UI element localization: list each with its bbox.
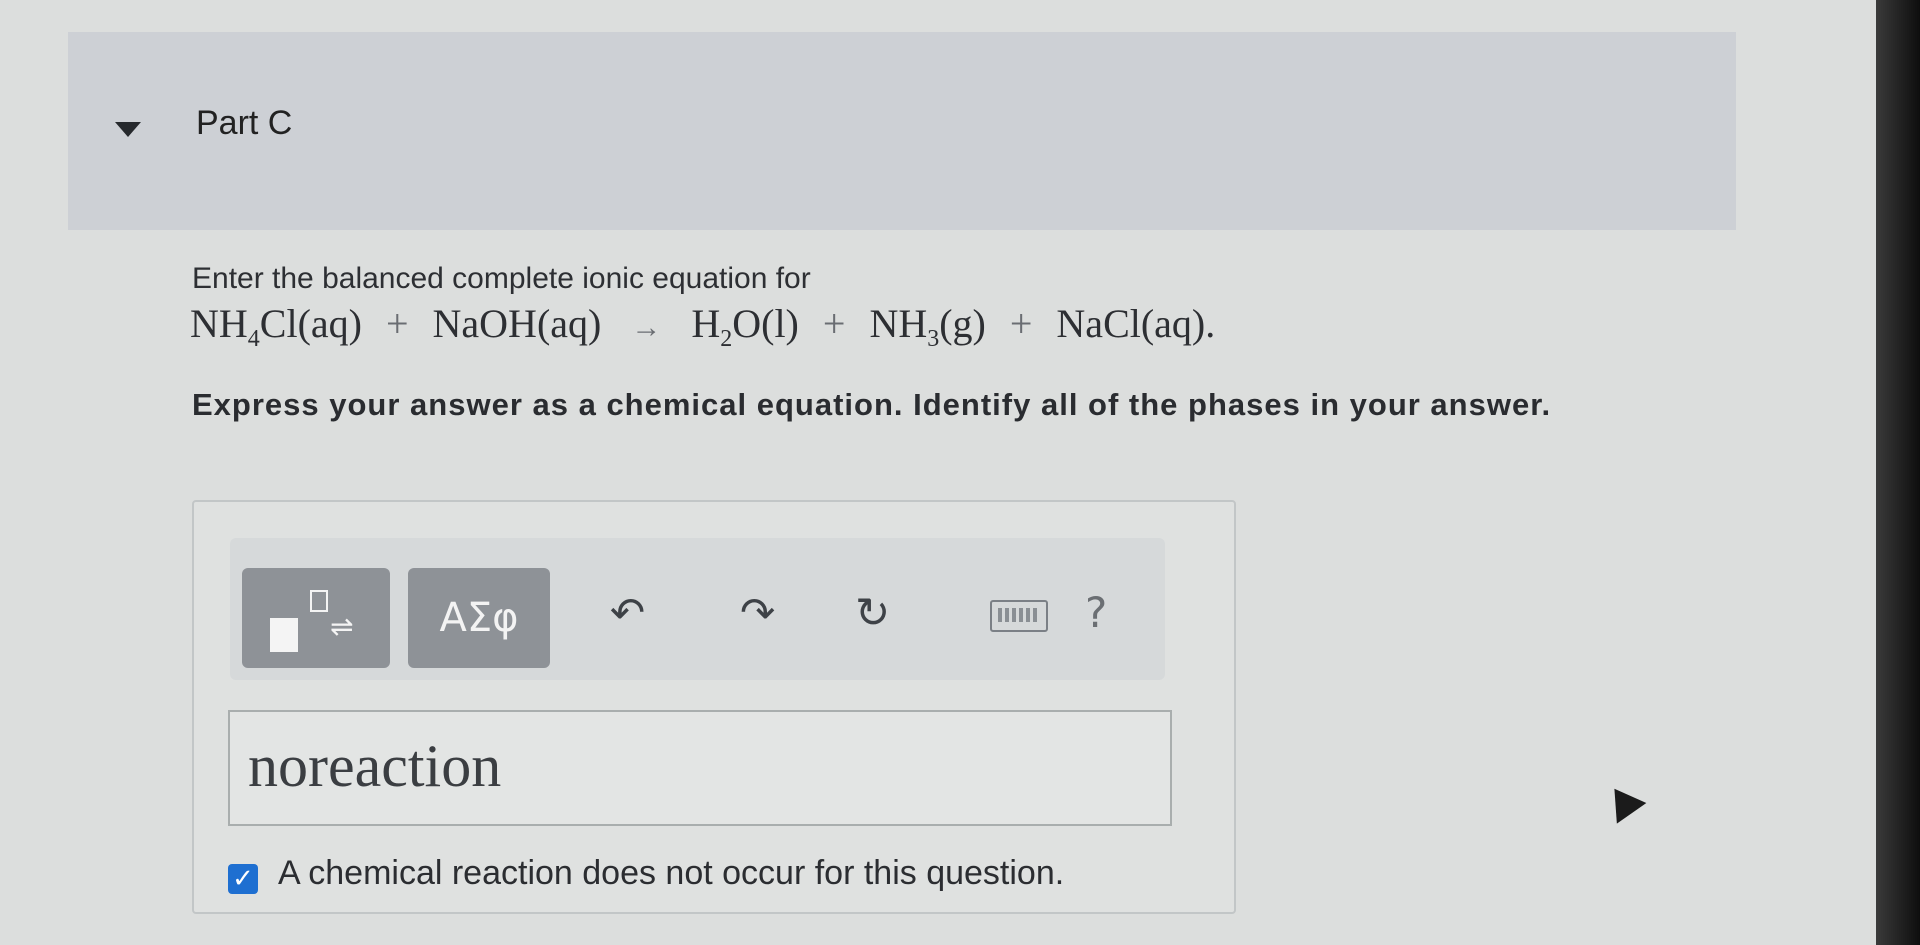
undo-icon[interactable]: ↶ [610,588,645,637]
answer-input-value: noreaction [248,733,502,799]
reactant-2: NaOH(aq) [432,301,602,346]
reaction-equation: NH4Cl(aq) + NaOH(aq) → H2O(l) + NH3(g) +… [190,300,1215,353]
greek-symbols-button[interactable]: ΑΣφ [408,568,550,668]
page: Part C Enter the balanced complete ionic… [0,0,1920,945]
answer-instructions: Express your answer as a chemical equati… [192,387,1552,422]
template-box-icon [270,618,298,652]
reset-icon[interactable]: ↻ [855,588,890,637]
part-title: Part C [196,104,293,142]
question-prompt: Enter the balanced complete ionic equati… [192,262,811,295]
plus-sign: + [1009,301,1033,346]
no-reaction-checkbox[interactable]: ✓ [228,864,258,894]
equilibrium-arrows-icon: ⇌ [330,610,354,643]
math-toolbar: ⇌ ΑΣφ ↶ ↷ ↻ ? [230,538,1165,680]
mouse-cursor-icon [1599,778,1647,824]
product-3: NaCl(aq). [1056,301,1216,346]
product-2: NH3(g) [869,301,986,352]
help-button[interactable]: ? [1085,588,1107,637]
reactant-1: NH4Cl(aq) [190,301,362,352]
collapse-caret-icon[interactable] [115,122,141,137]
plus-sign: + [385,301,409,346]
plus-sign: + [822,301,846,346]
keyboard-icon[interactable] [990,600,1048,632]
part-header[interactable] [68,32,1736,230]
templates-button[interactable]: ⇌ [242,568,390,668]
product-1: H2O(l) [691,301,799,352]
answer-input[interactable]: noreaction [228,710,1172,826]
template-superscript-icon [310,590,328,612]
reaction-arrow: → [631,311,662,344]
screen-bezel [1876,0,1920,945]
no-reaction-label[interactable]: A chemical reaction does not occur for t… [278,854,1064,893]
redo-icon[interactable]: ↷ [740,588,775,637]
